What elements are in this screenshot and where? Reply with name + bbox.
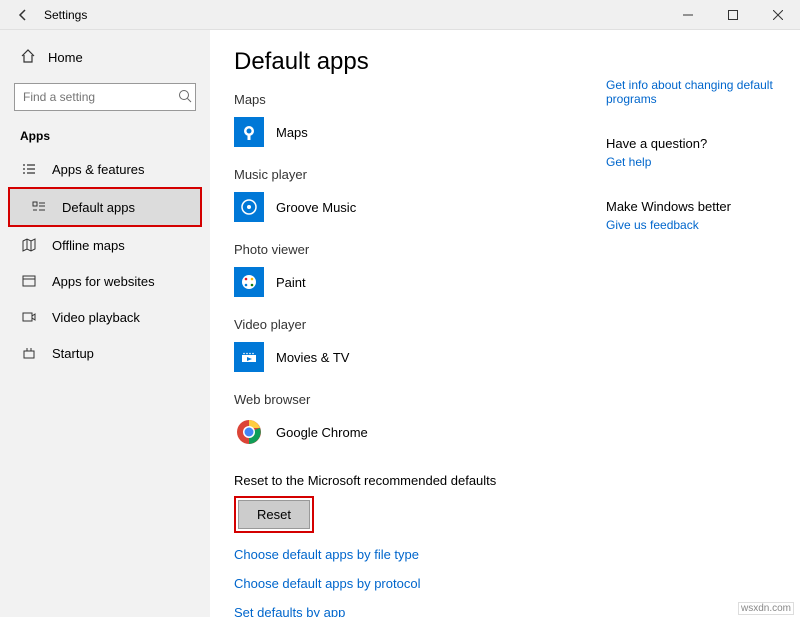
map-icon: [20, 237, 38, 253]
link-by-file-type[interactable]: Choose default apps by file type: [234, 547, 606, 562]
home-label: Home: [48, 50, 83, 65]
category-photo: Photo viewer: [234, 242, 606, 257]
search-input[interactable]: [14, 83, 196, 111]
website-icon: [20, 273, 38, 289]
category-video: Video player: [234, 317, 606, 332]
sidebar-item-startup[interactable]: Startup: [0, 335, 210, 371]
search-field[interactable]: [23, 90, 178, 104]
sidebar-item-offline-maps[interactable]: Offline maps: [0, 227, 210, 263]
window-title: Settings: [44, 8, 87, 22]
highlight-default-apps: Default apps: [8, 187, 202, 227]
sidebar-section: Apps: [0, 125, 210, 151]
reset-button[interactable]: Reset: [238, 500, 310, 529]
back-button[interactable]: [10, 2, 36, 28]
maximize-icon: [728, 10, 738, 20]
sidebar-item-apps-websites[interactable]: Apps for websites: [0, 263, 210, 299]
category-music: Music player: [234, 167, 606, 182]
highlight-reset: Reset: [234, 496, 314, 533]
search-icon: [178, 89, 192, 106]
home-icon: [20, 48, 36, 67]
video-icon: [20, 309, 38, 325]
sidebar-label: Default apps: [62, 200, 135, 215]
reset-label: Reset to the Microsoft recommended defau…: [234, 473, 606, 488]
close-icon: [773, 10, 783, 20]
default-app-video[interactable]: Movies & TV: [234, 338, 606, 384]
default-app-photo[interactable]: Paint: [234, 263, 606, 309]
info-link[interactable]: Get info about changing default programs: [606, 78, 776, 106]
app-name: Maps: [276, 125, 308, 140]
titlebar: Settings: [0, 0, 800, 30]
sidebar-label: Apps & features: [52, 162, 145, 177]
app-name: Paint: [276, 275, 306, 290]
watermark: wsxdn.com: [738, 602, 794, 615]
maps-app-icon: [234, 117, 264, 147]
arrow-left-icon: [16, 8, 30, 22]
paint-app-icon: [234, 267, 264, 297]
sidebar: Home Apps Apps & features Default apps O…: [0, 30, 210, 617]
groove-app-icon: [234, 192, 264, 222]
app-name: Google Chrome: [276, 425, 368, 440]
sidebar-item-apps-features[interactable]: Apps & features: [0, 151, 210, 187]
better-heading: Make Windows better: [606, 199, 776, 214]
link-by-app[interactable]: Set defaults by app: [234, 605, 606, 617]
sidebar-item-default-apps[interactable]: Default apps: [10, 189, 200, 225]
startup-icon: [20, 345, 38, 361]
sidebar-item-video-playback[interactable]: Video playback: [0, 299, 210, 335]
default-app-maps[interactable]: Maps: [234, 113, 606, 159]
right-column: Get info about changing default programs…: [606, 48, 776, 607]
close-button[interactable]: [755, 0, 800, 30]
question-heading: Have a question?: [606, 136, 776, 151]
feedback-link[interactable]: Give us feedback: [606, 218, 776, 232]
minimize-icon: [683, 10, 693, 20]
get-help-link[interactable]: Get help: [606, 155, 776, 169]
defaults-icon: [30, 199, 48, 215]
maximize-button[interactable]: [710, 0, 755, 30]
window-controls: [665, 0, 800, 30]
default-app-music[interactable]: Groove Music: [234, 188, 606, 234]
main-content: Default apps Maps Maps Music player Groo…: [210, 30, 800, 617]
sidebar-label: Startup: [52, 346, 94, 361]
movies-app-icon: [234, 342, 264, 372]
home-button[interactable]: Home: [0, 42, 210, 73]
sidebar-label: Apps for websites: [52, 274, 155, 289]
sidebar-label: Offline maps: [52, 238, 125, 253]
default-app-browser[interactable]: Google Chrome: [234, 413, 606, 459]
page-title: Default apps: [234, 48, 606, 76]
list-icon: [20, 161, 38, 177]
link-by-protocol[interactable]: Choose default apps by protocol: [234, 576, 606, 591]
category-maps: Maps: [234, 92, 606, 107]
category-browser: Web browser: [234, 392, 606, 407]
app-name: Groove Music: [276, 200, 356, 215]
minimize-button[interactable]: [665, 0, 710, 30]
sidebar-label: Video playback: [52, 310, 140, 325]
app-name: Movies & TV: [276, 350, 349, 365]
chrome-app-icon: [234, 417, 264, 447]
